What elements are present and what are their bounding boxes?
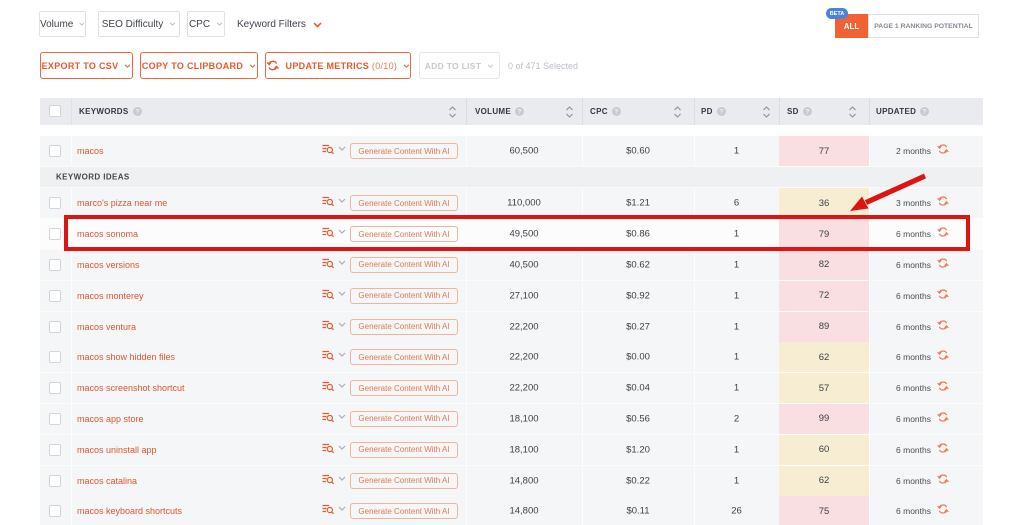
svg-text:?: ? (719, 109, 723, 116)
svg-text:?: ? (517, 109, 521, 116)
svg-text:?: ? (135, 109, 139, 116)
svg-text:?: ? (805, 109, 809, 116)
svg-text:?: ? (614, 109, 618, 116)
svg-text:?: ? (923, 109, 927, 116)
